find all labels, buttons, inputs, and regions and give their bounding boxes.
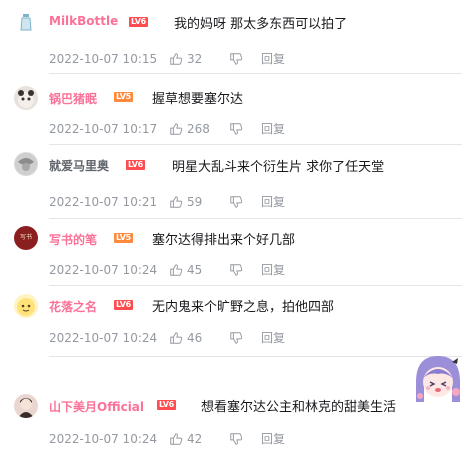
level-badge: LV5	[114, 233, 133, 243]
like-count: 45	[187, 262, 203, 277]
sticker-image	[410, 352, 466, 408]
username[interactable]: 写书的笔	[49, 231, 97, 248]
comment-meta: 2022-10-07 10:24 42 回复	[49, 430, 285, 447]
divider	[49, 285, 462, 286]
like-button[interactable]: 42	[169, 432, 229, 446]
comment-time: 2022-10-07 10:24	[49, 262, 158, 277]
comment-text: 塞尔达得排出来个好几部	[152, 233, 296, 248]
username[interactable]: 锅巴猪眠	[49, 90, 97, 107]
like-button[interactable]: 59	[169, 195, 229, 209]
username[interactable]: MilkBottle	[49, 14, 118, 28]
avatar[interactable]	[14, 152, 38, 176]
like-count: 268	[187, 121, 210, 136]
dislike-button[interactable]	[229, 263, 261, 277]
divider	[49, 218, 462, 219]
like-count: 46	[187, 330, 203, 345]
avatar[interactable]: 写书	[14, 226, 38, 250]
avatar-seal-text: 写书	[19, 234, 32, 241]
comment-time: 2022-10-07 10:17	[49, 121, 158, 136]
like-count: 32	[187, 51, 203, 66]
thumb-down-icon	[230, 263, 243, 276]
dislike-button[interactable]	[229, 432, 261, 446]
reply-button[interactable]: 回复	[261, 50, 285, 67]
comment-meta: 2022-10-07 10:24 46 回复	[49, 329, 285, 346]
username[interactable]: 花落之名	[49, 298, 97, 315]
reply-button[interactable]: 回复	[261, 329, 285, 346]
thumb-up-icon	[170, 195, 183, 208]
thumb-up-icon	[170, 52, 183, 65]
reply-button[interactable]: 回复	[261, 430, 285, 447]
comment-text: 无内鬼来个旷野之息，拍他四部	[152, 300, 335, 315]
comment-text: 握草想要塞尔达	[152, 92, 244, 107]
comment-time: 2022-10-07 10:24	[49, 330, 158, 345]
dislike-button[interactable]	[229, 331, 261, 345]
dislike-button[interactable]	[229, 195, 261, 209]
divider	[49, 356, 462, 357]
reply-button[interactable]: 回复	[261, 261, 285, 278]
like-count: 42	[187, 431, 203, 446]
level-badge: LV6	[114, 300, 133, 310]
username[interactable]: 山下美月Official	[49, 398, 144, 415]
comment-meta: 2022-10-07 10:24 45 回复	[49, 261, 285, 278]
comment-meta: 2022-10-07 10:15 32 回复	[49, 50, 285, 67]
comment-time: 2022-10-07 10:24	[49, 431, 158, 446]
thumb-up-icon	[170, 432, 183, 445]
level-badge: LV5	[114, 92, 133, 102]
avatar[interactable]	[14, 294, 38, 318]
comment-time: 2022-10-07 10:21	[49, 194, 158, 209]
reply-button[interactable]: 回复	[261, 120, 285, 137]
level-badge: LV6	[129, 17, 148, 27]
like-button[interactable]: 268	[169, 122, 229, 136]
divider	[49, 144, 462, 145]
dislike-button[interactable]	[229, 122, 261, 136]
level-badge: LV6	[157, 400, 176, 410]
avatar[interactable]	[14, 86, 38, 110]
thumb-down-icon	[230, 331, 243, 344]
thumb-up-icon	[170, 122, 183, 135]
like-button[interactable]: 46	[169, 331, 229, 345]
reply-button[interactable]: 回复	[261, 193, 285, 210]
thumb-down-icon	[230, 52, 243, 65]
like-button[interactable]: 45	[169, 263, 229, 277]
thumb-down-icon	[230, 195, 243, 208]
avatar[interactable]	[14, 394, 38, 418]
dislike-button[interactable]	[229, 52, 261, 66]
thumb-up-icon	[170, 331, 183, 344]
comment-text: 明星大乱斗来个衍生片 求你了任天堂	[172, 160, 385, 175]
comment-meta: 2022-10-07 10:17 268 回复	[49, 120, 285, 137]
thumb-down-icon	[230, 432, 243, 445]
comment-text: 我的妈呀 那太多东西可以拍了	[174, 17, 348, 32]
avatar[interactable]	[14, 10, 38, 34]
comment-text: 想看塞尔达公主和林克的甜美生活	[201, 400, 397, 415]
comment-time: 2022-10-07 10:15	[49, 51, 158, 66]
thumb-down-icon	[230, 122, 243, 135]
username[interactable]: 就爱马里奥	[49, 157, 109, 174]
divider	[49, 73, 462, 74]
thumb-up-icon	[170, 263, 183, 276]
like-button[interactable]: 32	[169, 52, 229, 66]
comment-meta: 2022-10-07 10:21 59 回复	[49, 193, 285, 210]
level-badge: LV6	[126, 160, 145, 170]
like-count: 59	[187, 194, 203, 209]
